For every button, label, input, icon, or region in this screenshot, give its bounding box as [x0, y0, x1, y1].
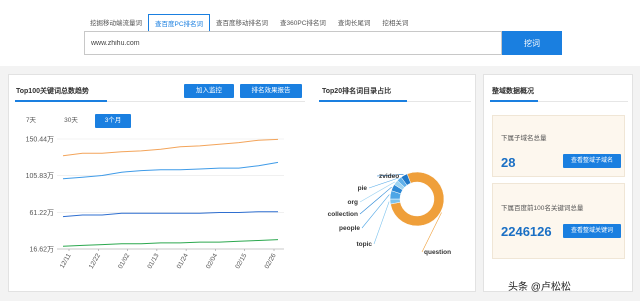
x-tick-label: 02/04	[205, 252, 219, 270]
pie-leader-line	[373, 201, 390, 245]
subdomain-stat-card: 下属子域名总量 28 查看整域子域名	[492, 115, 625, 177]
dig-words-button[interactable]: 挖词	[502, 31, 562, 55]
subdomain-count-label: 下属子域名总量	[501, 135, 547, 142]
keyword-stat-card: 下属百度前100名关键词总量 2246126 查看整域关键词	[492, 183, 625, 259]
domain-search-input[interactable]	[84, 31, 502, 55]
watermark: 头条 @卢松松	[508, 282, 571, 293]
y-tick-label: 61.22万	[29, 209, 54, 217]
x-tick-label: 12/22	[88, 252, 102, 270]
x-tick-label: 12/11	[59, 252, 73, 270]
top-bar: 挖掘移动端流量词 查百度PC排名词 查百度移动排名词 查360PC排名词 查询长…	[0, 0, 640, 66]
pie-leader-line	[361, 194, 390, 229]
pie-slice-label: pie	[358, 185, 368, 192]
keyword-count-value: 2246126	[501, 224, 552, 239]
y-tick-label: 150.44万	[26, 136, 54, 144]
trend-panel: Top100关键词总数趋势 加入监控 排名效果报告 7天 30天 3个月 150…	[8, 74, 476, 292]
y-tick-label: 16.62万	[29, 246, 54, 254]
add-monitor-button[interactable]: 加入监控	[184, 84, 234, 98]
x-tick-label: 01/13	[146, 252, 160, 270]
x-tick-label: 02/26	[264, 252, 278, 270]
y-tick-label: 105.83万	[26, 172, 54, 180]
rank-report-button[interactable]: 排名效果报告	[240, 84, 302, 98]
overview-panel: 整域数据概况 下属子域名总量 28 查看整域子域名 下属百度前100名关键词总量…	[483, 74, 633, 292]
pie-slice-label: org	[348, 199, 359, 206]
view-subdomains-button[interactable]: 查看整域子域名	[563, 154, 621, 168]
series-line	[62, 138, 279, 157]
x-tick-label: 01/24	[176, 252, 190, 270]
overview-title-underline	[490, 100, 538, 102]
subdomain-count-value: 28	[501, 155, 516, 170]
series-line	[62, 161, 279, 180]
trend-title: Top100关键词总数趋势	[16, 88, 89, 95]
pie-slice-label: zvideo	[379, 173, 399, 180]
pie-slice-label: topic	[356, 241, 372, 248]
series-line	[62, 239, 279, 247]
keyword-count-label: 下属百度前100名关键词总量	[501, 205, 584, 212]
overview-title: 整域数据概况	[492, 88, 534, 95]
x-tick-label: 02/15	[234, 252, 248, 270]
pie-slice-label: question	[424, 249, 451, 256]
range-7-days[interactable]: 7天	[21, 114, 41, 128]
x-tick-label: 01/02	[117, 252, 131, 270]
pie-title: Top20排名词目录占比	[322, 88, 392, 95]
pie-slice-label: people	[339, 225, 360, 232]
pie-title-underline	[319, 100, 407, 102]
range-3-months[interactable]: 3个月	[95, 114, 131, 128]
search-row: 挖词	[84, 31, 562, 55]
pie-slice-label: collection	[328, 211, 358, 218]
directory-pie-chart: question topic people collection org pie zvide…	[328, 171, 451, 256]
range-30-days[interactable]: 30天	[59, 114, 83, 128]
view-keywords-button[interactable]: 查看整域关键词	[563, 224, 621, 238]
trend-title-underline	[15, 100, 107, 102]
trend-line-chart: 150.44万 105.83万 61.22万 16.62万 12/11 12/22 01/0…	[26, 136, 284, 270]
